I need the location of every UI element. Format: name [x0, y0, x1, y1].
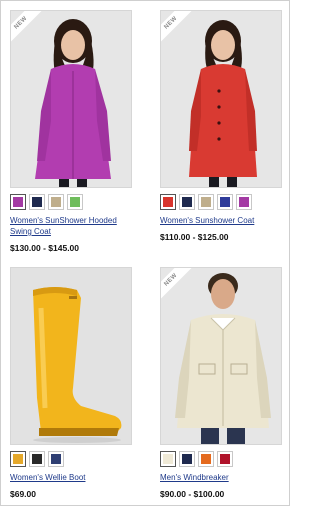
color-swatch[interactable]: [29, 194, 45, 210]
color-swatches: [10, 194, 137, 210]
color-swatch[interactable]: [217, 194, 233, 210]
color-swatch[interactable]: [198, 451, 214, 467]
color-swatch[interactable]: [217, 451, 233, 467]
color-swatch[interactable]: [48, 451, 64, 467]
color-swatches: [10, 451, 137, 467]
product-card: NEW Women's SunShower Hooded Swing Coat …: [10, 10, 137, 253]
product-name-link[interactable]: Women's SunShower Hooded Swing Coat: [10, 215, 128, 237]
product-card: Women's Wellie Boot $69.00: [10, 267, 137, 499]
color-swatch[interactable]: [160, 194, 176, 210]
color-swatch[interactable]: [198, 194, 214, 210]
product-price: $110.00 - $125.00: [160, 232, 229, 242]
color-swatches: [160, 194, 287, 210]
product-photo: [161, 268, 281, 444]
product-card: NEW Men's Windbreaker $90.00 - $100.00: [160, 267, 287, 499]
color-swatch[interactable]: [48, 194, 64, 210]
product-image[interactable]: NEW: [10, 10, 132, 188]
product-name-link[interactable]: Men's Windbreaker: [160, 472, 278, 483]
color-swatch[interactable]: [10, 194, 26, 210]
product-price: $130.00 - $145.00: [10, 243, 80, 253]
product-price: $69.00: [10, 489, 36, 499]
product-photo: [11, 11, 131, 187]
product-image[interactable]: [10, 267, 132, 445]
color-swatch[interactable]: [179, 194, 195, 210]
product-photo: [161, 11, 281, 187]
product-price: $90.00 - $100.00: [160, 489, 225, 499]
color-swatch[interactable]: [160, 451, 176, 467]
color-swatch[interactable]: [29, 451, 45, 467]
color-swatch[interactable]: [236, 194, 252, 210]
product-name-link[interactable]: Women's Wellie Boot: [10, 472, 128, 483]
color-swatch[interactable]: [67, 194, 83, 210]
product-image[interactable]: NEW: [160, 10, 282, 188]
product-photo: [11, 268, 131, 444]
product-image[interactable]: NEW: [160, 267, 282, 445]
color-swatch[interactable]: [179, 451, 195, 467]
color-swatch[interactable]: [10, 451, 26, 467]
color-swatches: [160, 451, 287, 467]
product-grid: NEW Women's SunShower Hooded Swing Coat …: [0, 0, 290, 506]
product-card: NEW Women's Sunshower Coat $110.00 - $12…: [160, 10, 287, 242]
product-name-link[interactable]: Women's Sunshower Coat: [160, 215, 278, 226]
